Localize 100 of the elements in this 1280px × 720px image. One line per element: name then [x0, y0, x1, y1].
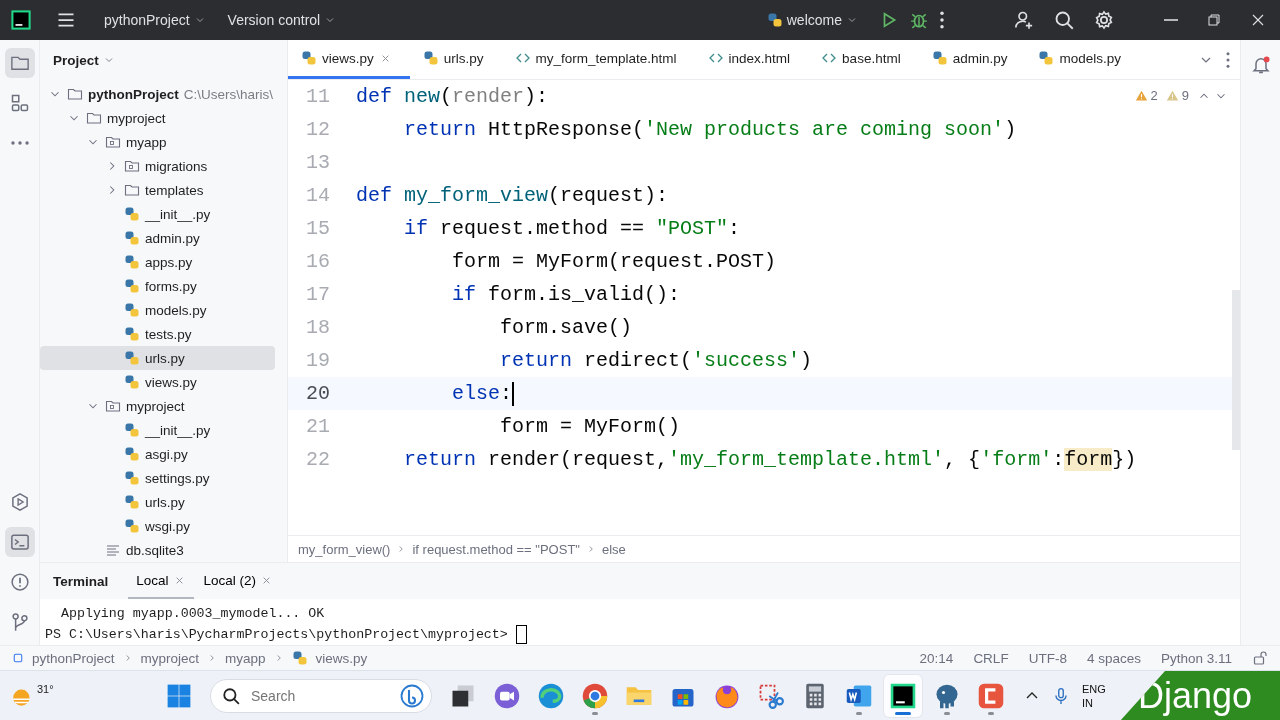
editor-tab[interactable]: urls.py: [409, 40, 502, 79]
scissors-icon: [757, 682, 785, 710]
tree-item[interactable]: db.sqlite3: [40, 538, 275, 562]
tree-item[interactable]: myapp: [40, 130, 275, 154]
project-dropdown[interactable]: pythonProject: [98, 8, 212, 32]
tree-item[interactable]: urls.py: [40, 346, 275, 370]
python-file-icon: [124, 302, 140, 318]
python-file-icon: [124, 350, 140, 366]
tree-item[interactable]: templates: [40, 178, 275, 202]
terminal-tool-button[interactable]: [4, 527, 35, 557]
minimize-icon: [1164, 19, 1178, 21]
editor-tab[interactable]: index.html: [694, 40, 809, 79]
panel-title[interactable]: Project: [53, 52, 99, 68]
settings-icon: [1094, 10, 1114, 30]
branch-icon: [9, 612, 30, 632]
search-icon: [1054, 10, 1074, 30]
restore-icon: [1206, 12, 1222, 28]
path-hint: C:\Users\haris\: [183, 86, 274, 102]
play-hexagon-icon: [9, 492, 30, 512]
code-line: return redirect('success'): [499, 349, 813, 372]
python-file-icon: [1038, 50, 1055, 66]
temperature[interactable]: 31°: [37, 683, 54, 695]
terminal-prompt: PS C:\Users\haris\PycharmProjects\pythonProject\myproject>: [45, 626, 508, 644]
bug-icon: [910, 11, 928, 29]
editor-tab[interactable]: models.py: [1025, 40, 1139, 79]
status-item[interactable]: Python 3.11: [1160, 650, 1232, 666]
tree-item[interactable]: migrations: [40, 154, 275, 178]
tree-item[interactable]: myproject: [40, 394, 275, 418]
status-item[interactable]: 4 spaces: [1086, 650, 1141, 666]
taskbar-app[interactable]: [884, 675, 922, 717]
path-segment[interactable]: views.py: [315, 650, 368, 666]
python-file-icon: [124, 494, 140, 510]
editor-tab[interactable]: admin.py: [918, 40, 1026, 79]
editor-tab[interactable]: my_form_template.html: [501, 40, 695, 79]
panel-title: Terminal: [53, 573, 109, 589]
tree-item[interactable]: admin.py: [40, 226, 275, 250]
code-line: form = MyForm(request.POST): [451, 250, 777, 273]
package-folder-icon: [105, 398, 121, 414]
tree-item[interactable]: views.py: [40, 370, 275, 394]
line-number: 22: [305, 448, 331, 471]
microphone-icon[interactable]: [1052, 687, 1070, 705]
tree-item[interactable]: tests.py: [40, 322, 275, 346]
terminal-output: Applying myapp.0003_mymodel... OK: [59, 605, 325, 623]
path-segment[interactable]: myproject: [140, 650, 200, 666]
python-file-icon: [291, 650, 308, 666]
package-folder-icon: [124, 158, 140, 174]
app-logo-icon[interactable]: [10, 9, 32, 31]
weak-warning-count[interactable]: 9: [1181, 88, 1189, 103]
line-number: 12: [305, 118, 331, 141]
code-line: else:: [451, 382, 513, 405]
python-file-icon: [931, 50, 948, 66]
tree-item[interactable]: forms.py: [40, 274, 275, 298]
tree-item[interactable]: pythonProject C:\Users\haris\: [40, 82, 275, 106]
tree-item[interactable]: __init__.py: [40, 202, 275, 226]
tree-item[interactable]: settings.py: [40, 466, 275, 490]
python-file-icon: [766, 12, 783, 28]
lock-icon[interactable]: [1252, 650, 1268, 666]
language-indicator[interactable]: IN: [1082, 696, 1106, 710]
breadcrumb[interactable]: else: [601, 541, 626, 557]
path-segment[interactable]: myapp: [225, 650, 266, 666]
tree-item[interactable]: asgi.py: [40, 442, 275, 466]
tricolor-circle-icon: [581, 682, 609, 710]
vcs-dropdown[interactable]: Version control: [221, 8, 343, 32]
tree-item[interactable]: wsgi.py: [40, 514, 275, 538]
python-file-icon: [124, 278, 140, 294]
bracket-tile-icon: [977, 682, 1005, 710]
tree-item[interactable]: models.py: [40, 298, 275, 322]
windows-logo-icon: [165, 682, 193, 710]
line-number: 15: [305, 217, 331, 240]
status-item[interactable]: UTF-8: [1028, 650, 1067, 666]
line-number: 18: [305, 316, 331, 339]
line-number: 20: [305, 382, 331, 405]
python-file-icon: [124, 206, 140, 222]
project-tool-button[interactable]: [4, 48, 35, 78]
warning-count[interactable]: 2: [1150, 88, 1158, 103]
terminal-icon: [9, 532, 30, 552]
editor-tab[interactable]: views.py: [288, 40, 410, 79]
line-number: 19: [305, 349, 331, 372]
code-line: def my_form_view(request):: [356, 184, 669, 207]
tree-item[interactable]: __init__.py: [40, 418, 275, 442]
search-field[interactable]: Search: [210, 679, 432, 713]
path-segment[interactable]: pythonProject: [32, 650, 115, 666]
scrollbar-thumb[interactable]: [1232, 290, 1240, 450]
python-file-icon: [124, 422, 140, 438]
status-item[interactable]: 20:14: [919, 650, 954, 666]
editor-tab[interactable]: base.html: [808, 40, 919, 79]
breadcrumb[interactable]: if request.method == "POST": [412, 541, 580, 557]
line-number: 14: [305, 184, 331, 207]
more-vertical-icon: [940, 11, 944, 29]
terminal-tab[interactable]: Local (2): [195, 563, 282, 599]
tree-item[interactable]: urls.py: [40, 490, 275, 514]
video-camera-icon: [493, 682, 521, 710]
tree-item[interactable]: apps.py: [40, 250, 275, 274]
run-config-dropdown[interactable]: welcome: [760, 8, 864, 32]
breadcrumb[interactable]: my_form_view(): [298, 541, 391, 557]
status-item[interactable]: CRLF: [973, 650, 1009, 666]
language-indicator[interactable]: ENG: [1082, 682, 1106, 696]
tree-item[interactable]: myproject: [40, 106, 275, 130]
line-number: 13: [305, 151, 331, 174]
database-file-icon: [105, 542, 121, 558]
